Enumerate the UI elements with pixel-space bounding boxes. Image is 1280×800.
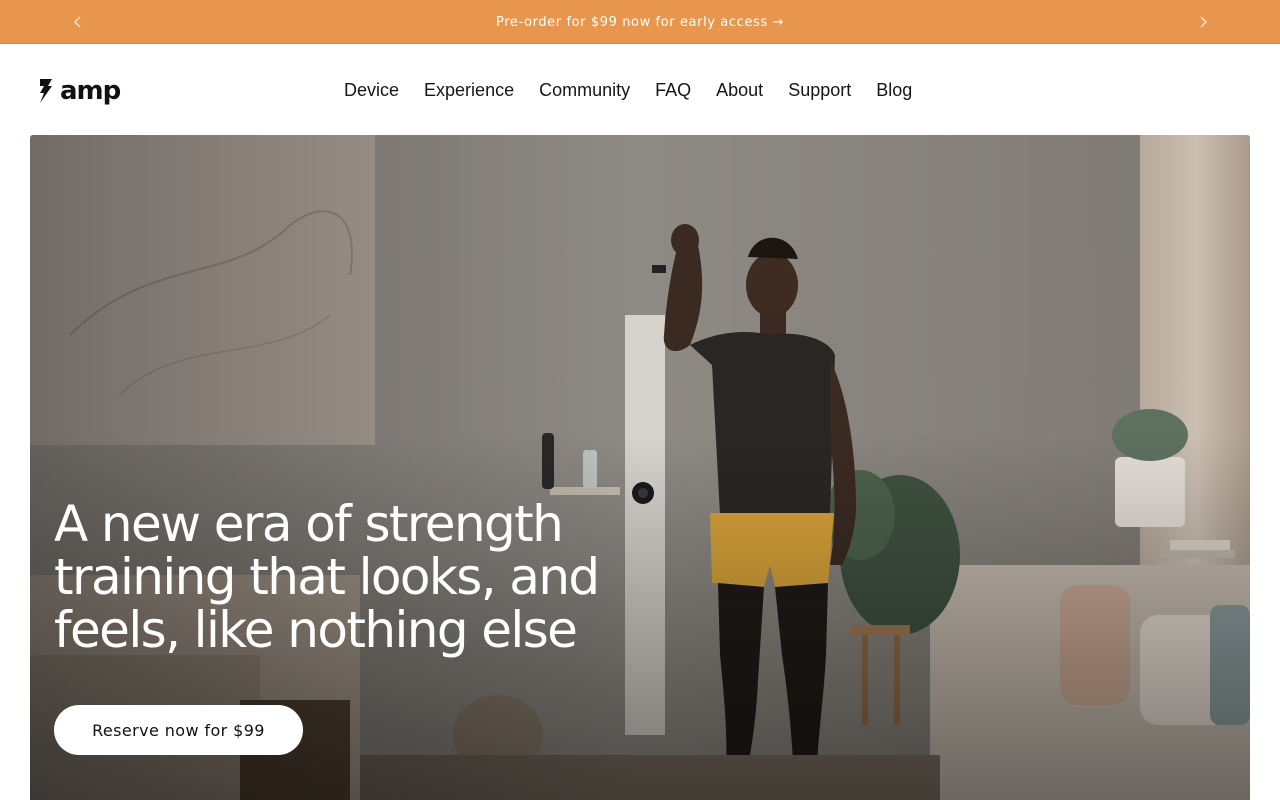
nav-item-faq[interactable]: FAQ (655, 78, 691, 102)
preorder-link[interactable]: Pre-order for $99 now for early access → (496, 15, 784, 30)
amp-logo-icon (40, 79, 52, 103)
main-navigation: Device Experience Community FAQ About Su… (344, 78, 912, 102)
nav-item-community[interactable]: Community (539, 78, 630, 102)
reserve-now-button[interactable]: Reserve now for $99 (54, 705, 303, 755)
hero-headline: A new era of strength training that look… (54, 495, 600, 659)
nav-item-about[interactable]: About (716, 78, 763, 102)
brand-logo[interactable]: amp (38, 76, 121, 106)
announcement-bar: Pre-order for $99 now for early access → (0, 0, 1280, 44)
hero-section: A new era of strength training that look… (30, 135, 1250, 800)
chevron-right-icon[interactable] (1188, 0, 1218, 44)
nav-item-experience[interactable]: Experience (424, 78, 514, 102)
nav-item-blog[interactable]: Blog (876, 78, 912, 102)
site-header: amp Device Experience Community FAQ Abou… (0, 45, 1280, 135)
nav-item-device[interactable]: Device (344, 78, 399, 102)
brand-wordmark: amp (60, 76, 121, 106)
nav-item-support[interactable]: Support (788, 78, 851, 102)
hero-photo (30, 135, 1250, 800)
announcement-message: Pre-order for $99 now for early access → (0, 0, 1280, 44)
